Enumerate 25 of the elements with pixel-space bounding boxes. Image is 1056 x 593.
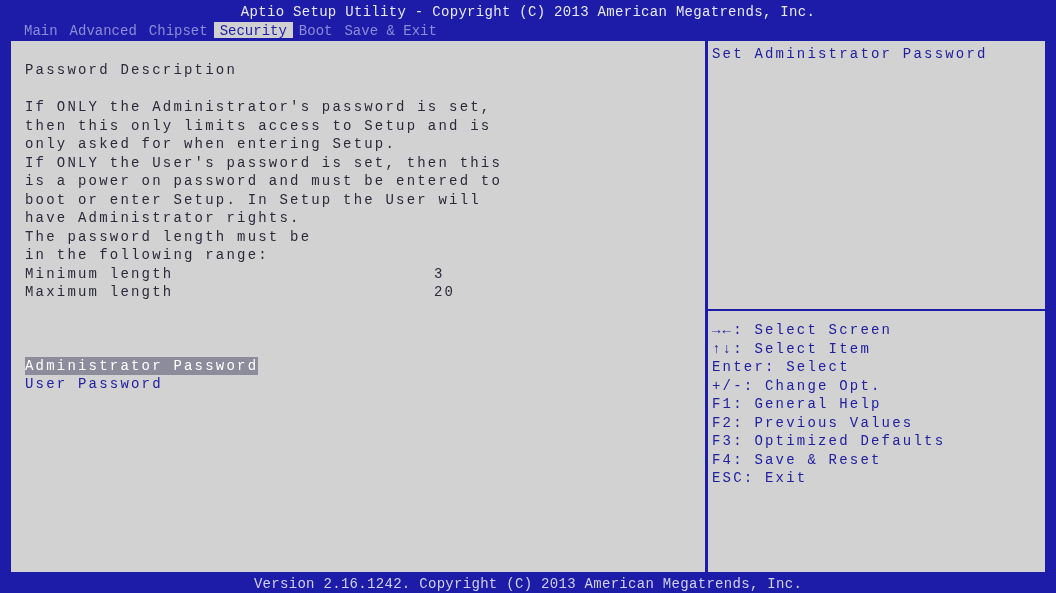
setting-label: Minimum length	[25, 264, 175, 283]
setting-value: 3	[434, 264, 445, 283]
key-hint: →←: Select Screen	[712, 321, 893, 340]
tab[interactable]: Main	[18, 22, 64, 40]
menu-item[interactable]: User Password	[25, 375, 163, 394]
setting-value: 20	[434, 283, 456, 302]
section-heading: Password Description	[25, 61, 238, 80]
tab[interactable]: Boot	[292, 22, 339, 40]
key-hint: +/-: Change Opt.	[712, 376, 882, 395]
setting-label: Maximum length	[25, 283, 175, 302]
footer-text: Version 2.16.1242. Copyright (C) 2013 American Megatrends, Inc.	[253, 576, 803, 592]
window-title: Aptio Setup Utility - Copyright (C) 2013 American Megatrends, Inc.	[240, 4, 816, 20]
key-hint: F1: General Help	[712, 395, 882, 414]
tab[interactable]: Chipset	[142, 22, 214, 40]
menu-item[interactable]: Administrator Password	[25, 356, 259, 375]
tab[interactable]: Save & Exit	[338, 22, 443, 40]
tab[interactable]: Advanced	[63, 22, 143, 40]
key-hint: ↑↓: Select Item	[712, 339, 872, 358]
description-text: If ONLY the Administrator's password is set, then this only limits access to Setup and is only asked for when entering Setup. If ONLY the User's password is set, then this is a power on password and must be entered to boot or enter Setup. In Setup the User will have Administrator rights. The password length must be in the following range:	[25, 98, 503, 265]
key-hint: ESC: Exit	[712, 469, 808, 488]
key-hint: F4: Save & Reset	[712, 450, 882, 469]
key-hint: F3: Optimized Defaults	[712, 432, 946, 451]
help-description: Set Administrator Password	[712, 45, 988, 64]
key-hint: Enter: Select	[712, 358, 850, 377]
key-hint: F2: Previous Values	[712, 413, 914, 432]
